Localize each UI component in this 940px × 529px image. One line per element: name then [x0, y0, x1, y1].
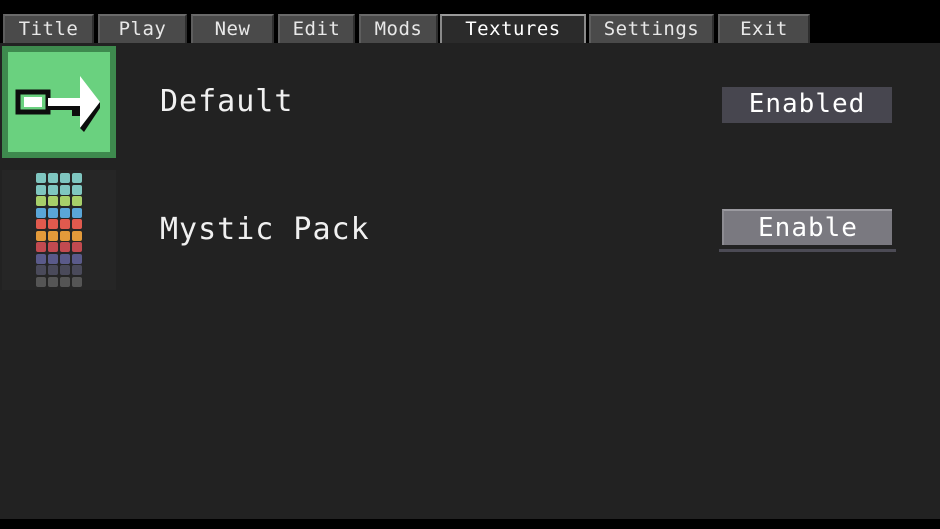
tab-mods[interactable]: Mods [359, 14, 438, 43]
texture-tile [36, 207, 46, 218]
bottom-border [0, 519, 940, 529]
texture-tile [36, 219, 46, 229]
texture-tile [48, 242, 58, 252]
tab-edit[interactable]: Edit [278, 14, 355, 43]
texture-tile [60, 276, 70, 287]
texture-tile [48, 219, 58, 229]
texture-tile [60, 242, 70, 252]
texture-tile [36, 265, 46, 275]
tab-new[interactable]: New [191, 14, 274, 43]
texture-tile [36, 242, 46, 252]
texture-tile [60, 207, 70, 218]
texture-tile [36, 184, 46, 195]
texture-tile [36, 276, 46, 287]
texture-tile [60, 196, 70, 206]
tab-play[interactable]: Play [98, 14, 187, 43]
tab-bar: Title Play New Edit Mods Textures Settin… [0, 14, 940, 44]
texture-tile [48, 276, 58, 287]
exit-arrow-icon [2, 46, 116, 158]
tab-exit[interactable]: Exit [718, 14, 810, 43]
texture-tile [72, 196, 82, 206]
texture-tile [60, 219, 70, 229]
texture-tile [48, 253, 58, 264]
texture-tile [72, 265, 82, 275]
texture-tile [36, 196, 46, 206]
game-screen: Title Play New Edit Mods Textures Settin… [0, 0, 940, 529]
texture-tile [60, 184, 70, 195]
tab-settings[interactable]: Settings [589, 14, 714, 43]
texture-tile [72, 207, 82, 218]
texture-tile [48, 184, 58, 195]
enabled-button-default[interactable]: Enabled [722, 87, 892, 123]
texture-tile [48, 265, 58, 275]
texture-tile [72, 173, 82, 183]
texture-tile [72, 230, 82, 241]
texture-tile [72, 253, 82, 264]
texture-tile [60, 230, 70, 241]
texture-tile [72, 219, 82, 229]
pack-name-mystic: Mystic Pack [160, 212, 370, 247]
texture-tile [36, 230, 46, 241]
texture-tile [60, 253, 70, 264]
pack-name-default: Default [160, 84, 294, 119]
tab-textures[interactable]: Textures [440, 14, 586, 44]
texture-tile [72, 184, 82, 195]
texture-tile [72, 242, 82, 252]
enable-button-mystic[interactable]: Enable [722, 209, 892, 245]
texture-tile [48, 196, 58, 206]
texture-tile [36, 253, 46, 264]
texture-tile [36, 173, 46, 183]
texture-tile [72, 276, 82, 287]
texture-tile [48, 173, 58, 183]
texture-grid-icon [2, 170, 116, 290]
texture-tile [60, 173, 70, 183]
enable-button-shadow [719, 249, 896, 252]
texture-tile [48, 230, 58, 241]
texture-tile [48, 207, 58, 218]
tab-title[interactable]: Title [3, 14, 94, 43]
texture-tile [60, 265, 70, 275]
